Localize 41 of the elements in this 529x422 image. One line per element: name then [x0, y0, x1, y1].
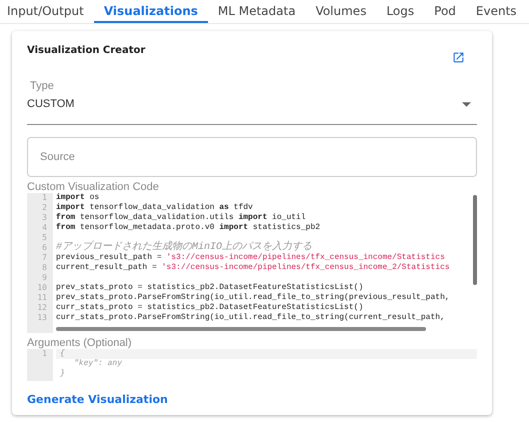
code-line: prev_stats_proto = statistics_pb2.DatasetFeatureStatisticsList() [56, 283, 364, 292]
line-number: 9 [41, 273, 48, 283]
code-line: prev_stats_proto.ParseFromString(io_util.read_file_to_string(previous_result_path, [56, 293, 450, 302]
line-number: 1 [41, 193, 48, 203]
tab[interactable]: ML Metadata [208, 0, 306, 23]
source-field[interactable]: Source [27, 137, 477, 177]
type-select[interactable]: Type CUSTOM [27, 76, 477, 125]
code-line: curr_stats_proto.ParseFromString(io_util.read_file_to_string(current_result_path, [56, 313, 445, 322]
code-line: current_result_path = 's3://census-income/pipelines/tfx_census_income_2/Statistics [56, 263, 450, 272]
code-line: import os [56, 193, 100, 202]
tab[interactable]: Input/Output [0, 0, 94, 23]
code-line: { [60, 349, 65, 358]
line-number: 7 [41, 253, 48, 263]
code-line: #アップロードされた生成物のMinIO上のパスを入力する [56, 243, 312, 252]
tab[interactable]: Volumes [306, 0, 376, 23]
tab[interactable]: Pod [424, 0, 466, 23]
code-line: curr_stats_proto = statistics_pb2.DatasetFeatureStatisticsList() [56, 303, 364, 312]
tab[interactable]: Logs [376, 0, 424, 23]
card-title: Visualization Creator [27, 45, 146, 56]
arguments-label: Arguments (Optional) [27, 337, 133, 349]
line-number: 2 [41, 203, 48, 213]
code-line: from tensorflow_data_validation.utils import io_util [56, 213, 306, 222]
code-line: from tensorflow_metadata.proto.v0 import statistics_pb2 [56, 223, 320, 232]
line-number: 5 [41, 233, 48, 243]
code-line: } [60, 369, 65, 378]
tab[interactable]: Visualizations [94, 0, 208, 23]
line-number: 12 [36, 303, 48, 313]
line-number: 11 [36, 293, 48, 303]
code-line: "key": any [74, 359, 122, 368]
code-label: Custom Visualization Code [27, 181, 160, 193]
line-number: 13 [36, 313, 48, 323]
line-number: 8 [41, 263, 48, 273]
generate-visualization-button[interactable]: Generate Visualization [27, 393, 168, 406]
code-line: previous_result_path = 's3://census-income/pipelines/tfx_census_income/Statistics [56, 253, 445, 262]
line-number: 4 [41, 223, 48, 233]
line-number: 6 [41, 243, 48, 253]
tab[interactable]: Events [466, 0, 527, 23]
line-number: 10 [36, 283, 48, 293]
line-number: 1 [41, 349, 48, 359]
line-number: 3 [41, 213, 48, 223]
code-line: import tensorflow_data_validation as tfdv [56, 203, 253, 212]
